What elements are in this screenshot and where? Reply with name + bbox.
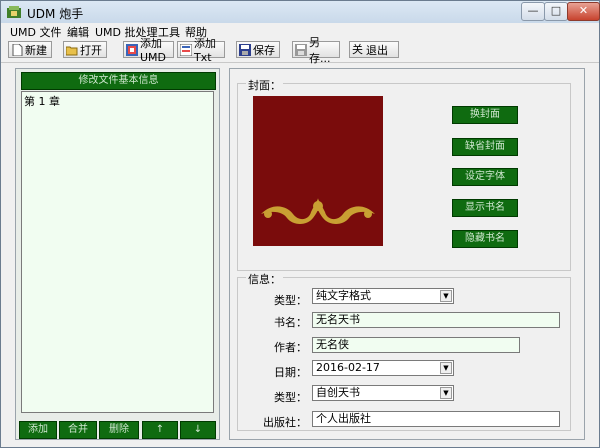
change-cover-button[interactable]: 换封面 bbox=[452, 106, 518, 124]
menu-bar: UMD 文件 编辑 UMD 批处理 工具 帮助 bbox=[1, 23, 599, 39]
category-select[interactable]: 自创天书 ▼ bbox=[312, 385, 454, 401]
new-icon bbox=[12, 43, 23, 56]
chevron-down-icon: ▼ bbox=[440, 387, 452, 399]
date-label: 日期： bbox=[274, 366, 307, 379]
add-chapter-button[interactable]: 添加 bbox=[19, 421, 57, 439]
save-as-icon bbox=[295, 43, 307, 56]
cover-legend: 封面： bbox=[246, 77, 283, 93]
move-up-button[interactable]: ↑ bbox=[142, 421, 178, 439]
book-name-label: 书名： bbox=[274, 316, 307, 329]
book-name-input[interactable]: 无名天书 bbox=[312, 312, 560, 328]
window-title: UDM 炮手 bbox=[27, 7, 84, 21]
menu-edit[interactable]: 编辑 bbox=[67, 24, 89, 40]
title-bar: UDM 炮手 — □ ✕ bbox=[1, 1, 600, 23]
add-umd-button[interactable]: 添加UMD bbox=[123, 37, 174, 64]
set-font-button[interactable]: 设定字体 bbox=[452, 168, 518, 186]
menu-file[interactable]: UMD 文件 bbox=[10, 24, 62, 40]
info-legend: 信息： bbox=[246, 271, 283, 287]
type-value: 纯文字格式 bbox=[316, 289, 371, 302]
exit-icon: 关 bbox=[352, 42, 363, 56]
maximize-button[interactable]: □ bbox=[544, 2, 568, 21]
open-button[interactable]: 打开 bbox=[63, 41, 107, 58]
hide-title-button[interactable]: 隐藏书名 bbox=[452, 230, 518, 248]
open-icon bbox=[66, 46, 78, 55]
app-icon bbox=[7, 6, 21, 18]
category-label: 类型： bbox=[274, 391, 307, 404]
category-value: 自创天书 bbox=[316, 386, 360, 399]
toolbar: 新建 打开 添加UMD 添加Txt 保存 另存... 关 退出 bbox=[1, 36, 599, 65]
new-button[interactable]: 新建 bbox=[8, 41, 52, 58]
cover-group: 封面： 换封面 缺省封面 设定字体 显示书名 隐藏书名 bbox=[237, 77, 571, 271]
delete-chapter-button[interactable]: 删除 bbox=[99, 421, 139, 439]
date-value: 2016-02-17 bbox=[316, 361, 380, 374]
type-label: 类型： bbox=[274, 294, 307, 307]
chevron-down-icon: ▼ bbox=[440, 290, 452, 302]
add-txt-icon bbox=[180, 43, 192, 56]
save-label: 保存 bbox=[253, 43, 275, 57]
new-label: 新建 bbox=[25, 43, 47, 57]
app-window: UDM 炮手 — □ ✕ UMD 文件 编辑 UMD 批处理 工具 帮助 新建 … bbox=[0, 0, 600, 448]
chevron-down-icon: ▼ bbox=[440, 362, 452, 374]
edit-info-button[interactable]: 修改文件基本信息 bbox=[21, 72, 216, 90]
close-button[interactable]: ✕ bbox=[567, 2, 600, 21]
list-item[interactable]: 第 1 章 bbox=[22, 92, 213, 110]
add-txt-button[interactable]: 添加Txt bbox=[177, 37, 225, 64]
minimize-button[interactable]: — bbox=[521, 2, 545, 21]
type-select[interactable]: 纯文字格式 ▼ bbox=[312, 288, 454, 304]
cover-image bbox=[253, 96, 383, 246]
add-umd-label: 添加UMD bbox=[140, 37, 167, 64]
publisher-label: 出版社： bbox=[263, 416, 307, 429]
merge-chapter-button[interactable]: 合并 bbox=[59, 421, 97, 439]
default-cover-button[interactable]: 缺省封面 bbox=[452, 138, 518, 156]
exit-label: 退出 bbox=[366, 43, 388, 57]
save-button[interactable]: 保存 bbox=[236, 41, 280, 58]
author-label: 作者： bbox=[274, 341, 307, 354]
add-txt-label: 添加Txt bbox=[194, 37, 216, 64]
save-as-button[interactable]: 另存... bbox=[292, 36, 340, 65]
chapter-panel: 修改文件基本信息 第 1 章 添加 合并 删除 ↑ ↓ bbox=[15, 68, 220, 440]
save-as-label: 另存... bbox=[309, 35, 331, 65]
add-umd-icon bbox=[126, 43, 138, 56]
book-info-panel: 封面： 换封面 缺省封面 设定字体 显示书名 隐藏书名 信息： 类型： 纯文字格… bbox=[229, 68, 585, 440]
show-title-button[interactable]: 显示书名 bbox=[452, 199, 518, 217]
move-down-button[interactable]: ↓ bbox=[180, 421, 216, 439]
date-picker[interactable]: 2016-02-17 ▼ bbox=[312, 360, 454, 376]
chapter-list[interactable]: 第 1 章 bbox=[21, 91, 214, 413]
cover-ornament bbox=[261, 198, 375, 224]
exit-button[interactable]: 关 退出 bbox=[349, 41, 399, 58]
info-group: 信息： 类型： 纯文字格式 ▼ 书名： 无名天书 作者： 无名侠 日期： 201… bbox=[237, 271, 571, 431]
save-icon bbox=[239, 43, 251, 56]
open-label: 打开 bbox=[80, 43, 102, 57]
author-input[interactable]: 无名侠 bbox=[312, 337, 520, 353]
publisher-input[interactable]: 个人出版社 bbox=[312, 411, 560, 427]
